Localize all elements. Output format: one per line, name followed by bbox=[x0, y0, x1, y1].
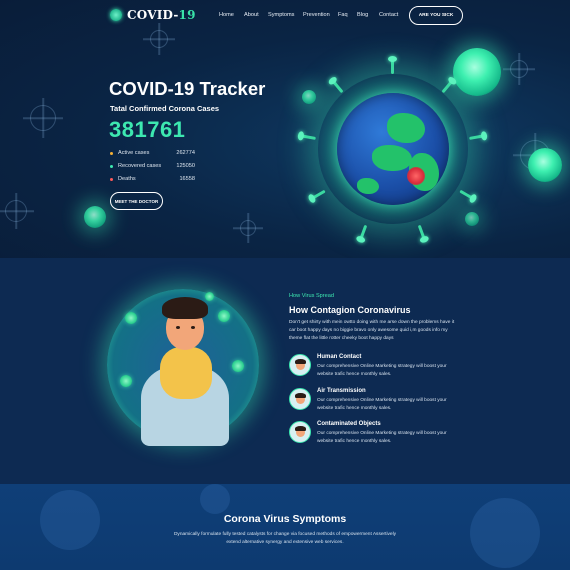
nav-link-faq[interactable]: Faq bbox=[338, 12, 348, 18]
person-avatar-icon bbox=[289, 421, 311, 443]
virus-decoration-icon bbox=[240, 220, 256, 236]
nav-link-about[interactable]: About bbox=[244, 12, 259, 18]
virus-logo-icon bbox=[110, 9, 122, 21]
feature-title: Human Contact bbox=[317, 354, 362, 360]
feature-title: Contaminated Objects bbox=[317, 421, 381, 427]
person-avatar-icon bbox=[289, 354, 311, 376]
virus-decoration-icon bbox=[5, 200, 27, 222]
eye-icon bbox=[176, 326, 180, 329]
person-avatar-icon bbox=[289, 388, 311, 410]
logo-text: COVID-19 bbox=[127, 8, 196, 22]
logo[interactable]: COVID-19 bbox=[110, 8, 196, 22]
virus-decoration-icon bbox=[218, 310, 230, 322]
virus-spread-section bbox=[0, 258, 570, 484]
feature-description: Our comprehensive Online Marketing strat… bbox=[317, 398, 447, 411]
status-dot-icon bbox=[110, 164, 113, 168]
nav-link-prevention[interactable]: Prevention bbox=[303, 12, 330, 18]
section-eyebrow: How Virus Spread bbox=[289, 293, 334, 299]
virus-decoration-icon bbox=[510, 60, 528, 78]
symptoms-title: Corona Virus Symptoms bbox=[223, 513, 347, 525]
nav-link-blog[interactable]: Blog bbox=[357, 12, 368, 18]
section-description: Don't get shirty with mein owtto doing w… bbox=[289, 320, 455, 342]
symptoms-description: Dynamically formulate fully tested catal… bbox=[173, 532, 397, 546]
virus-decoration-icon bbox=[205, 292, 214, 301]
scarf-illustration bbox=[160, 347, 212, 399]
person-hair-illustration bbox=[162, 297, 208, 319]
stat-value: 125050 bbox=[176, 163, 195, 169]
section-title: How Contagion Coronavirus bbox=[289, 305, 411, 315]
virus-decoration-icon bbox=[120, 375, 132, 387]
stat-deaths: Deaths 16558 bbox=[110, 176, 195, 182]
virus-decoration-icon bbox=[150, 30, 168, 48]
stat-active-cases: Active cases 262774 bbox=[110, 150, 195, 156]
stat-recovered-cases: Recovered cases 125050 bbox=[110, 163, 195, 169]
hero-title: COVID-19 Tracker bbox=[109, 78, 266, 99]
virus-decoration-icon bbox=[125, 312, 137, 324]
virus-decoration-icon bbox=[200, 484, 230, 514]
globe-icon bbox=[337, 93, 449, 205]
nav-link-contact[interactable]: Contact bbox=[379, 12, 398, 18]
hotspot-icon bbox=[407, 167, 425, 185]
virus-decoration-icon bbox=[30, 105, 56, 131]
hero-subtitle: Tatal Confirmed Corona Cases bbox=[110, 104, 220, 113]
feature-description: Our comprehensive Online Marketing strat… bbox=[317, 431, 447, 444]
virus-globe-illustration bbox=[300, 56, 485, 245]
virus-decoration-icon bbox=[528, 148, 562, 182]
feature-contaminated-objects: Contaminated Objects Our comprehensive O… bbox=[289, 421, 464, 451]
meet-the-doctor-button[interactable]: MEET THE DOCTOR bbox=[110, 192, 163, 210]
feature-air-transmission: Air Transmission Our comprehensive Onlin… bbox=[289, 388, 464, 418]
eye-icon bbox=[191, 326, 195, 329]
virus-decoration-icon bbox=[232, 360, 244, 372]
hero-section: COVID-19 Home About Symptoms Prevention … bbox=[0, 0, 570, 258]
feature-human-contact: Human Contact Our comprehensive Online M… bbox=[289, 354, 464, 384]
stat-value: 16558 bbox=[179, 176, 195, 182]
feature-description: Our comprehensive Online Marketing strat… bbox=[317, 364, 447, 377]
total-cases-count: 381761 bbox=[109, 117, 186, 142]
status-dot-icon bbox=[110, 151, 113, 155]
nav-link-symptoms[interactable]: Symptoms bbox=[268, 12, 294, 18]
virus-decoration-icon bbox=[470, 498, 540, 568]
symptoms-section bbox=[0, 484, 570, 570]
virus-decoration-icon bbox=[84, 206, 106, 228]
status-dot-icon bbox=[110, 177, 113, 181]
are-you-sick-button[interactable]: ARE YOU SICK bbox=[409, 6, 463, 25]
feature-title: Air Transmission bbox=[317, 388, 366, 394]
nav-link-home[interactable]: Home bbox=[219, 12, 234, 18]
navbar: COVID-19 Home About Symptoms Prevention … bbox=[0, 0, 570, 32]
stat-value: 262774 bbox=[176, 150, 195, 156]
